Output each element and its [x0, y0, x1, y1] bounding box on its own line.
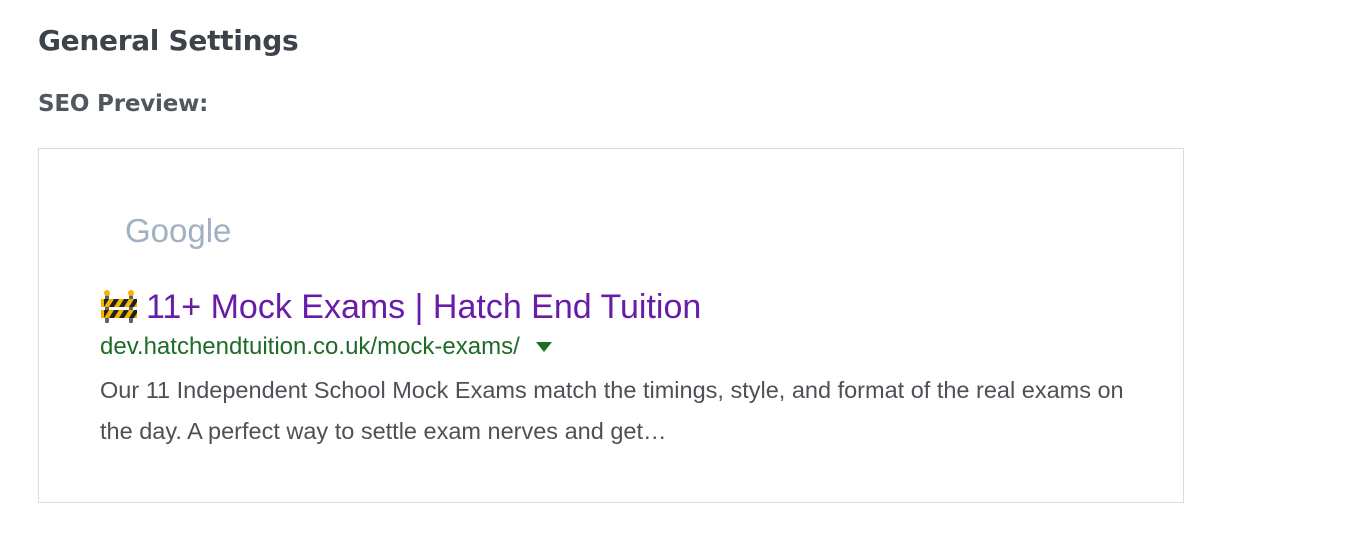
search-result-description: Our 11 Independent School Mock Exams mat… [100, 377, 1124, 444]
caret-down-icon[interactable] [535, 342, 552, 352]
search-result-url-row: dev.hatchendtuition.co.uk/mock-exams/ [100, 332, 552, 362]
search-result-title-row[interactable]: 11+ Mock Exams | Hatch End Tuition [100, 287, 701, 327]
page-title: General Settings [38, 24, 299, 57]
seo-preview-label: SEO Preview: [38, 91, 209, 117]
search-result-title-link[interactable]: 11+ Mock Exams | Hatch End Tuition [146, 287, 701, 327]
google-logo: Google [125, 212, 232, 249]
construction-barrier-icon [101, 290, 137, 323]
seo-preview-panel: Google 11+ Mock Exams | Hatch End Tuitio… [38, 148, 1184, 503]
search-result-url: dev.hatchendtuition.co.uk/mock-exams/ [100, 333, 520, 360]
